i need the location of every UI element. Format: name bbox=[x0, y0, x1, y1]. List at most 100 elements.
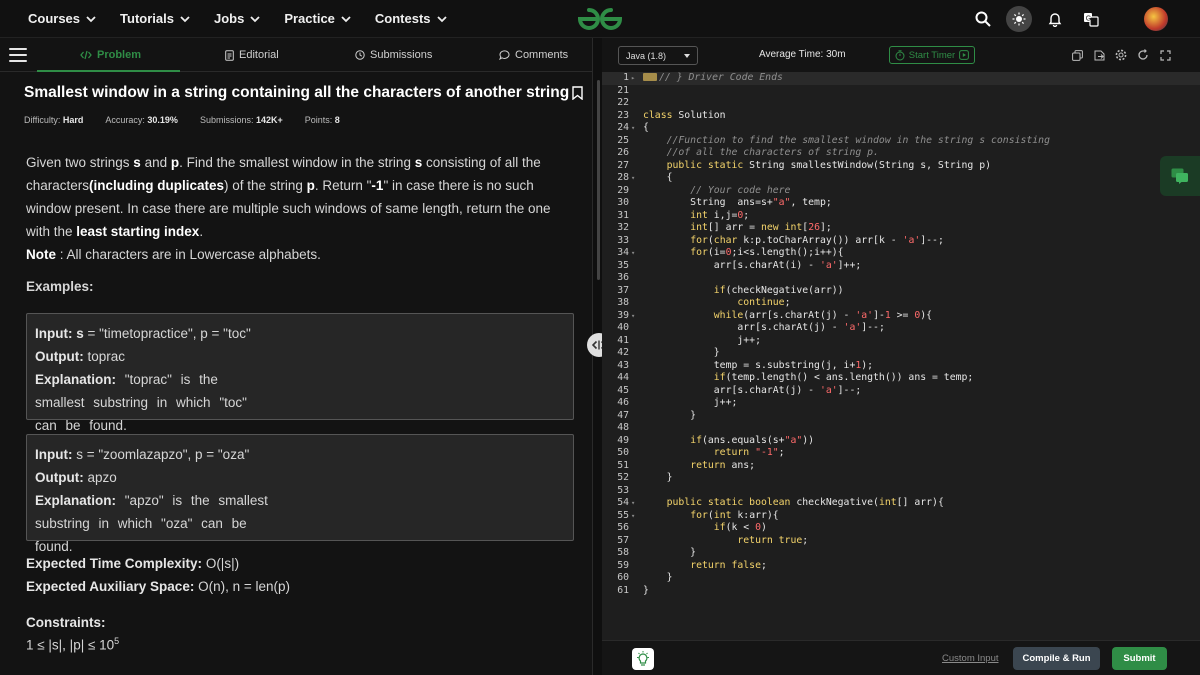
example-output: Output: apzo bbox=[35, 466, 565, 489]
code-text: for(i=0;i<s.length();i++){ bbox=[690, 247, 844, 258]
menu-hamburger-icon[interactable] bbox=[9, 47, 27, 62]
editor-panel: Java (1.8) Average Time: 30m Start Timer… bbox=[602, 38, 1200, 675]
code-text: class Solution bbox=[643, 109, 726, 121]
start-timer-label: Start Timer bbox=[908, 49, 956, 61]
fold-down-icon[interactable]: ▾ bbox=[631, 247, 635, 260]
desc-text: Given two strings bbox=[26, 155, 134, 170]
fold-right-icon[interactable]: ▸ bbox=[631, 72, 635, 85]
code-line: 54 ▾ public static boolean checkNegative(… bbox=[602, 497, 1200, 510]
language-value: Java (1.8) bbox=[626, 50, 667, 61]
line-number: 52 bbox=[617, 472, 629, 483]
fold-down-icon[interactable]: ▾ bbox=[631, 497, 635, 510]
desc-bold: least starting index bbox=[76, 224, 200, 239]
line-number: 28 bbox=[617, 172, 629, 183]
accuracy-label: Accuracy: bbox=[105, 115, 145, 125]
copy-icon[interactable] bbox=[1070, 48, 1084, 62]
tab-editorial[interactable]: Editorial bbox=[225, 38, 279, 72]
constraints-heading: Constraints: bbox=[26, 615, 106, 630]
code-line: 1 ▸ // } Driver Code Ends bbox=[602, 72, 1200, 85]
hint-lightbulb-icon[interactable] bbox=[632, 648, 654, 670]
desc-text: . Find the smallest window in the string bbox=[179, 155, 415, 170]
chat-feedback-button[interactable] bbox=[1160, 156, 1200, 196]
line-number: 47 bbox=[617, 409, 629, 421]
nav-tutorials-label: Tutorials bbox=[120, 11, 174, 26]
problem-scrollbar[interactable] bbox=[597, 80, 600, 280]
output-label: Output: bbox=[35, 470, 84, 485]
nav-courses[interactable]: Courses bbox=[28, 11, 96, 26]
example-box-2: Input: s = "zoomlazapzo", p = "oza" Outp… bbox=[26, 434, 574, 554]
clock-icon bbox=[355, 50, 365, 60]
problem-panel: Problem Editorial Submissions Comments S… bbox=[0, 38, 592, 675]
nav-practice-label: Practice bbox=[284, 11, 335, 26]
submissions-value: 142K+ bbox=[255, 115, 283, 125]
line-number: 57 bbox=[617, 534, 629, 546]
explanation-label: Explanation: bbox=[35, 493, 117, 508]
theme-toggle-sun-icon[interactable] bbox=[1006, 6, 1032, 32]
code-line: 51 return ans; bbox=[602, 460, 1200, 473]
code-line: 30 String ans=s+"a", temp; bbox=[602, 197, 1200, 210]
nav-contests[interactable]: Contests bbox=[375, 11, 447, 26]
tab-submissions[interactable]: Submissions bbox=[355, 38, 432, 72]
difficulty-info: Difficulty: Hard bbox=[24, 115, 83, 125]
code-text: for(int k:arr){ bbox=[690, 509, 779, 521]
reset-icon[interactable] bbox=[1136, 48, 1150, 62]
top-navbar: Courses Tutorials Jobs Practice Contests… bbox=[0, 0, 1200, 38]
problem-meta: Difficulty: Hard Accuracy: 30.19% Submis… bbox=[24, 115, 362, 125]
code-text: } bbox=[643, 584, 649, 596]
submit-button[interactable]: Submit bbox=[1112, 647, 1167, 670]
input-text: = "timetopractice", p = "toc" bbox=[83, 326, 251, 341]
nav-practice[interactable]: Practice bbox=[284, 11, 351, 26]
fold-down-icon[interactable]: ▾ bbox=[631, 172, 635, 185]
code-text: return false; bbox=[690, 559, 767, 571]
code-text: temp = s.substring(j, i+1); bbox=[643, 359, 874, 371]
problem-description: Given two strings s and p. Find the smal… bbox=[26, 151, 576, 266]
input-label: Input: bbox=[35, 447, 73, 462]
stopwatch-icon bbox=[895, 49, 905, 60]
compile-run-button[interactable]: Compile & Run bbox=[1013, 647, 1100, 670]
chevron-down-icon bbox=[436, 15, 447, 22]
fold-down-icon[interactable]: ▾ bbox=[631, 510, 635, 523]
tab-problem[interactable]: Problem bbox=[80, 38, 141, 72]
line-number: 31 bbox=[617, 209, 629, 221]
line-number: 51 bbox=[617, 459, 629, 471]
line-number: 37 bbox=[617, 284, 629, 296]
bookmark-icon[interactable] bbox=[572, 86, 583, 100]
time-complexity: Expected Time Complexity: O(|s|) bbox=[26, 556, 239, 571]
bell-icon[interactable] bbox=[1042, 6, 1068, 32]
code-text: // Your code here bbox=[690, 184, 791, 196]
desc-text: . bbox=[199, 224, 204, 239]
fold-down-icon[interactable]: ▾ bbox=[631, 122, 635, 135]
language-select[interactable]: Java (1.8) bbox=[618, 46, 698, 65]
line-number: 55 bbox=[617, 509, 629, 521]
tab-comments[interactable]: Comments bbox=[499, 38, 568, 72]
output-label: Output: bbox=[35, 349, 84, 364]
gfg-logo-icon[interactable] bbox=[576, 5, 624, 33]
code-line: 50 return "-1"; bbox=[602, 447, 1200, 460]
code-text: arr[s.charAt(i) - 'a']++; bbox=[643, 259, 862, 271]
settings-gear-icon[interactable] bbox=[1114, 48, 1128, 62]
note-text: : All characters are in Lowercase alphab… bbox=[56, 247, 321, 262]
comment-icon bbox=[499, 50, 510, 60]
code-editor[interactable]: 1 ▸ // } Driver Code Ends 21 22 23 class Solut… bbox=[602, 72, 1200, 640]
start-timer-button[interactable]: Start Timer bbox=[889, 46, 975, 64]
code-line: 26 //of all the characters of string p. bbox=[602, 147, 1200, 160]
translate-icon[interactable]: G bbox=[1078, 6, 1104, 32]
code-line: 40 arr[s.charAt(j) - 'a']--; bbox=[602, 322, 1200, 335]
user-avatar[interactable] bbox=[1144, 7, 1168, 31]
code-line: 36 bbox=[602, 272, 1200, 285]
line-number: 38 bbox=[617, 297, 629, 308]
code-text: if(ans.equals(s+"a")) bbox=[690, 434, 815, 446]
tab-problem-label: Problem bbox=[97, 49, 142, 61]
constraint-exponent: 5 bbox=[114, 636, 120, 646]
custom-input-link[interactable]: Custom Input bbox=[942, 653, 999, 664]
tab-comments-label: Comments bbox=[515, 49, 569, 61]
search-icon[interactable] bbox=[970, 6, 996, 32]
line-number: 22 bbox=[617, 97, 629, 108]
nav-jobs[interactable]: Jobs bbox=[214, 11, 260, 26]
fold-down-icon[interactable]: ▾ bbox=[631, 310, 635, 323]
nav-tutorials[interactable]: Tutorials bbox=[120, 11, 190, 26]
upload-file-icon[interactable] bbox=[1092, 48, 1106, 62]
code-text: } bbox=[643, 472, 673, 483]
code-text: } bbox=[643, 347, 720, 358]
fullscreen-icon[interactable] bbox=[1158, 48, 1172, 62]
